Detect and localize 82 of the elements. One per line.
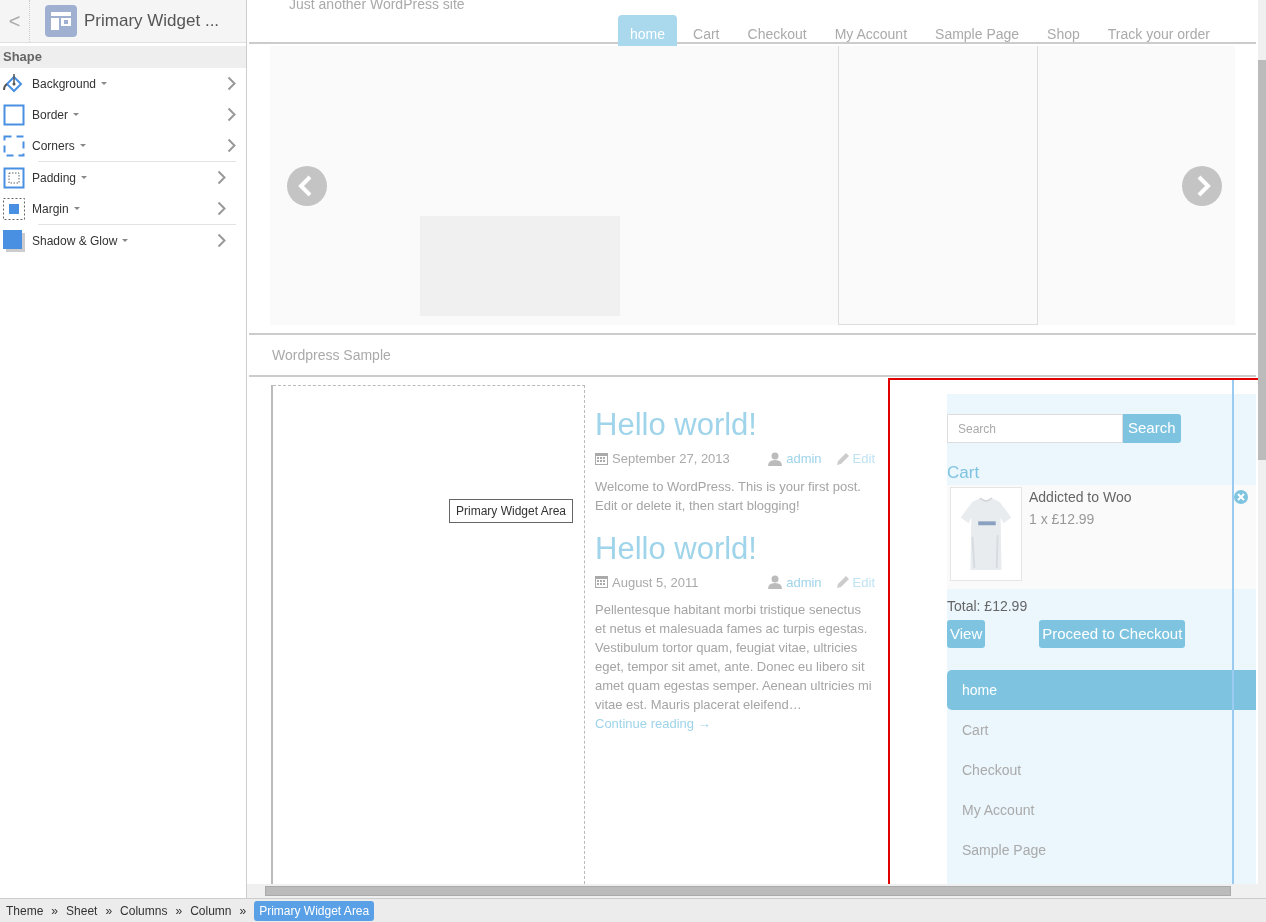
post-title[interactable]: Hello world! <box>595 405 875 445</box>
dropdown-caret-icon <box>101 81 108 86</box>
calendar-icon <box>595 452 608 465</box>
chevron-right-icon <box>217 201 226 216</box>
breadcrumb-separator: » <box>175 902 183 920</box>
dashed-square-icon <box>3 134 25 157</box>
layout-icon <box>45 5 77 37</box>
breadcrumb-item[interactable]: Theme <box>6 901 44 920</box>
dropdown-caret-icon <box>73 206 80 211</box>
author-link[interactable]: admin <box>786 572 822 592</box>
calendar-icon <box>595 576 608 589</box>
cart-item-name[interactable]: Addicted to Woo <box>1029 487 1132 508</box>
search-field[interactable]: Search <box>947 414 1123 443</box>
property-label: Padding <box>32 169 77 187</box>
chevron-right-icon <box>227 107 236 122</box>
property-row[interactable]: Padding <box>3 162 236 193</box>
nav-tab[interactable]: Shop <box>1033 15 1094 50</box>
cart-total: Total: £12.99 <box>947 597 1029 616</box>
remove-icon[interactable] <box>1234 490 1248 504</box>
user-icon <box>768 451 783 466</box>
square-outline-icon <box>3 103 25 126</box>
menu-item[interactable]: Checkout <box>947 750 1256 790</box>
chevron-right-icon <box>217 233 226 248</box>
cart-item-price: 1 x £12.99 <box>1029 510 1096 529</box>
property-label: Margin <box>32 200 69 218</box>
pencil-icon <box>835 575 850 590</box>
property-label: Corners <box>32 137 75 155</box>
property-label: Shadow & Glow <box>32 232 118 250</box>
cart-button[interactable]: View <box>947 620 986 648</box>
chevron-right-icon <box>227 138 236 153</box>
padding-icon <box>3 166 25 189</box>
post-excerpt: Pellentesque habitant morbi tristique senectus et netus et malesuada fames ac turpis egestas. Vestibulum tortor quam, feugiat vitae, ultricies eget, tempor sit amet, ante. Donec eu libero sit amet quam egestas semper. Aenean ultricies mi vitae est. Mauris placerat eleifend… Continue reading → <box>595 601 873 733</box>
property-label: Background <box>32 75 97 93</box>
nav-tab[interactable]: My Account <box>820 15 922 50</box>
breadcrumb-item[interactable]: Sheet <box>66 901 98 920</box>
author-link[interactable]: admin <box>786 449 822 469</box>
breadcrumb-item[interactable]: Column <box>190 901 232 920</box>
menu-item[interactable]: Sample Page <box>947 830 1256 870</box>
property-row[interactable]: Corners <box>3 130 246 161</box>
menu-item[interactable]: home <box>947 670 1256 710</box>
dropdown-caret-icon <box>122 238 129 243</box>
breadcrumb-item[interactable]: Columns <box>120 901 168 920</box>
dropdown-caret-icon <box>81 175 88 180</box>
panel-title: Primary Widget ... <box>84 10 220 33</box>
user-icon <box>768 575 783 590</box>
property-row[interactable]: Margin <box>3 193 236 224</box>
property-row[interactable]: Background <box>3 68 246 99</box>
cart-title: Cart <box>947 463 981 483</box>
edit-link[interactable]: Edit <box>852 572 875 592</box>
search-button[interactable]: Search <box>1123 414 1181 443</box>
section-title: Wordpress Sample <box>272 345 391 365</box>
menu-item[interactable]: My Account <box>947 790 1256 830</box>
post-excerpt: Welcome to WordPress. This is your first post. Edit or delete it, then start blogging! <box>595 477 862 515</box>
breadcrumb-separator: » <box>51 902 59 920</box>
property-label: Border <box>32 106 69 124</box>
dropdown-caret-icon <box>73 112 80 117</box>
breadcrumb-item[interactable]: Primary Widget Area <box>254 900 375 921</box>
chevron-right-icon <box>227 76 236 91</box>
back-button[interactable]: < <box>0 0 30 42</box>
post-date: August 5, 2011 <box>612 573 699 592</box>
shadow-square-icon <box>3 229 25 252</box>
cart-button[interactable]: Proceed to Checkout <box>1039 620 1186 648</box>
post-title[interactable]: Hello world! <box>595 528 875 569</box>
property-row[interactable]: Shadow & Glow <box>3 225 236 256</box>
tooltip: Primary Widget Area <box>449 499 574 523</box>
edit-link[interactable]: Edit <box>852 449 875 469</box>
section-header: Shape <box>0 46 246 68</box>
nav-tab[interactable]: Sample Page <box>921 15 1034 50</box>
nav-tab[interactable]: Checkout <box>733 15 821 50</box>
nav-tab[interactable]: Track your order <box>1093 15 1224 50</box>
property-row[interactable]: Border <box>3 99 246 130</box>
pencil-icon <box>835 451 850 466</box>
nav-tab[interactable]: Cart <box>679 15 734 50</box>
paint-bucket-icon <box>3 72 25 95</box>
post-date: September 27, 2013 <box>612 450 730 468</box>
breadcrumb-separator: » <box>105 902 113 920</box>
menu-item[interactable]: Cart <box>947 710 1256 750</box>
chevron-right-icon <box>217 170 226 185</box>
dropdown-caret-icon <box>79 143 86 148</box>
margin-icon <box>3 197 25 220</box>
continue-reading-link[interactable]: Continue reading → <box>595 716 711 731</box>
breadcrumb-separator: » <box>239 902 247 920</box>
